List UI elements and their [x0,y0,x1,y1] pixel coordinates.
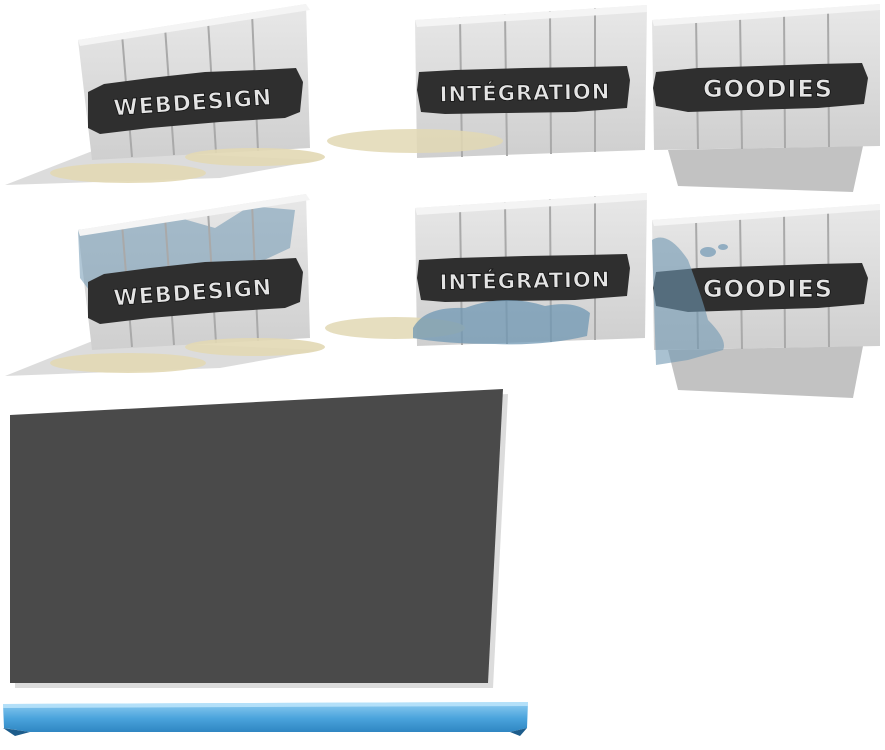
goodies-hover-graphic: GOODIES [652,204,880,398]
goodies-label: GOODIES [703,75,833,103]
goodies-button[interactable]: GOODIES [648,0,885,200]
webdesign-hover-graphic: WEBDESIGN [5,194,325,376]
webdesign-fence-graphic: WEBDESIGN [5,4,325,185]
goodies-fence-graphic: GOODIES [652,4,880,192]
integration-fence-graphic: INTÉGRATION [327,5,647,158]
footer-bar-shape [3,702,528,736]
content-panel [0,385,515,695]
integration-label: INTÉGRATION [439,79,610,107]
goodies-hover-label: GOODIES [703,275,833,303]
goodies-button-hover[interactable]: GOODIES [648,200,885,405]
content-panel-shape [10,389,508,688]
webdesign-button-hover[interactable]: WEBDESIGN [0,188,330,380]
footer-bar [0,698,535,738]
integration-button[interactable]: INTÉGRATION [325,0,650,165]
integration-hover-graphic: INTÉGRATION [325,193,647,346]
integration-hover-label: INTÉGRATION [439,267,610,295]
webdesign-button[interactable]: WEBDESIGN [0,0,330,190]
integration-button-hover[interactable]: INTÉGRATION [325,188,650,358]
